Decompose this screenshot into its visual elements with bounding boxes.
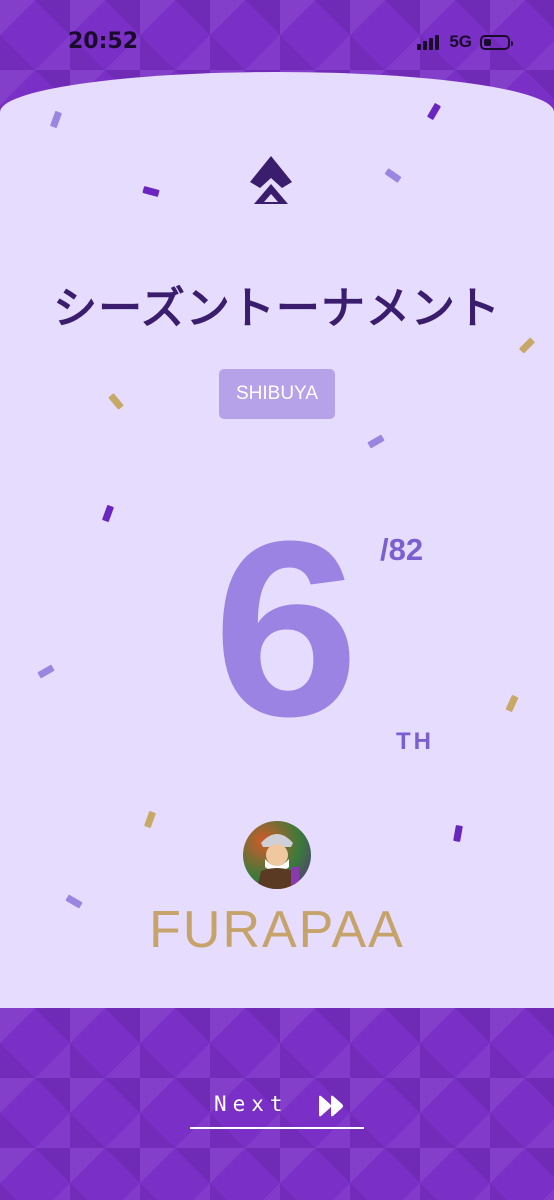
confetti-piece bbox=[367, 434, 385, 449]
status-indicators: 5G bbox=[417, 32, 513, 52]
status-bar: 20:52 5G bbox=[0, 0, 554, 80]
confetti-piece bbox=[142, 186, 160, 197]
signal-icon bbox=[417, 34, 441, 50]
confetti-piece bbox=[505, 694, 519, 713]
spade-logo-icon bbox=[250, 156, 292, 204]
confetti-piece bbox=[49, 110, 63, 129]
network-type: 5G bbox=[449, 32, 472, 51]
confetti-piece bbox=[37, 664, 55, 679]
rank-number: 6 bbox=[212, 489, 359, 768]
rank-suffix: TH bbox=[396, 728, 434, 755]
player-name: FURAPAA bbox=[149, 901, 405, 959]
location-badge: SHIBUYA bbox=[219, 369, 335, 419]
confetti-piece bbox=[384, 168, 402, 183]
rank-total: /82 bbox=[380, 532, 424, 567]
next-underline bbox=[190, 1127, 364, 1129]
confetti-piece bbox=[101, 504, 115, 523]
status-time: 20:52 bbox=[68, 29, 139, 54]
confetti-piece bbox=[426, 102, 442, 121]
confetti-piece bbox=[453, 825, 463, 842]
fast-forward-icon bbox=[319, 1095, 343, 1117]
confetti-piece bbox=[518, 337, 536, 354]
battery-icon bbox=[480, 34, 513, 50]
result-card: シーズントーナメント SHIBUYA 6 /82 TH FURAPAA bbox=[0, 72, 554, 1008]
tournament-title: シーズントーナメント bbox=[53, 283, 501, 334]
next-button[interactable]: Next bbox=[190, 1086, 364, 1130]
confetti-piece bbox=[143, 810, 157, 829]
next-button-label: Next bbox=[214, 1092, 289, 1116]
confetti-piece bbox=[108, 393, 124, 410]
player-avatar bbox=[243, 821, 311, 889]
